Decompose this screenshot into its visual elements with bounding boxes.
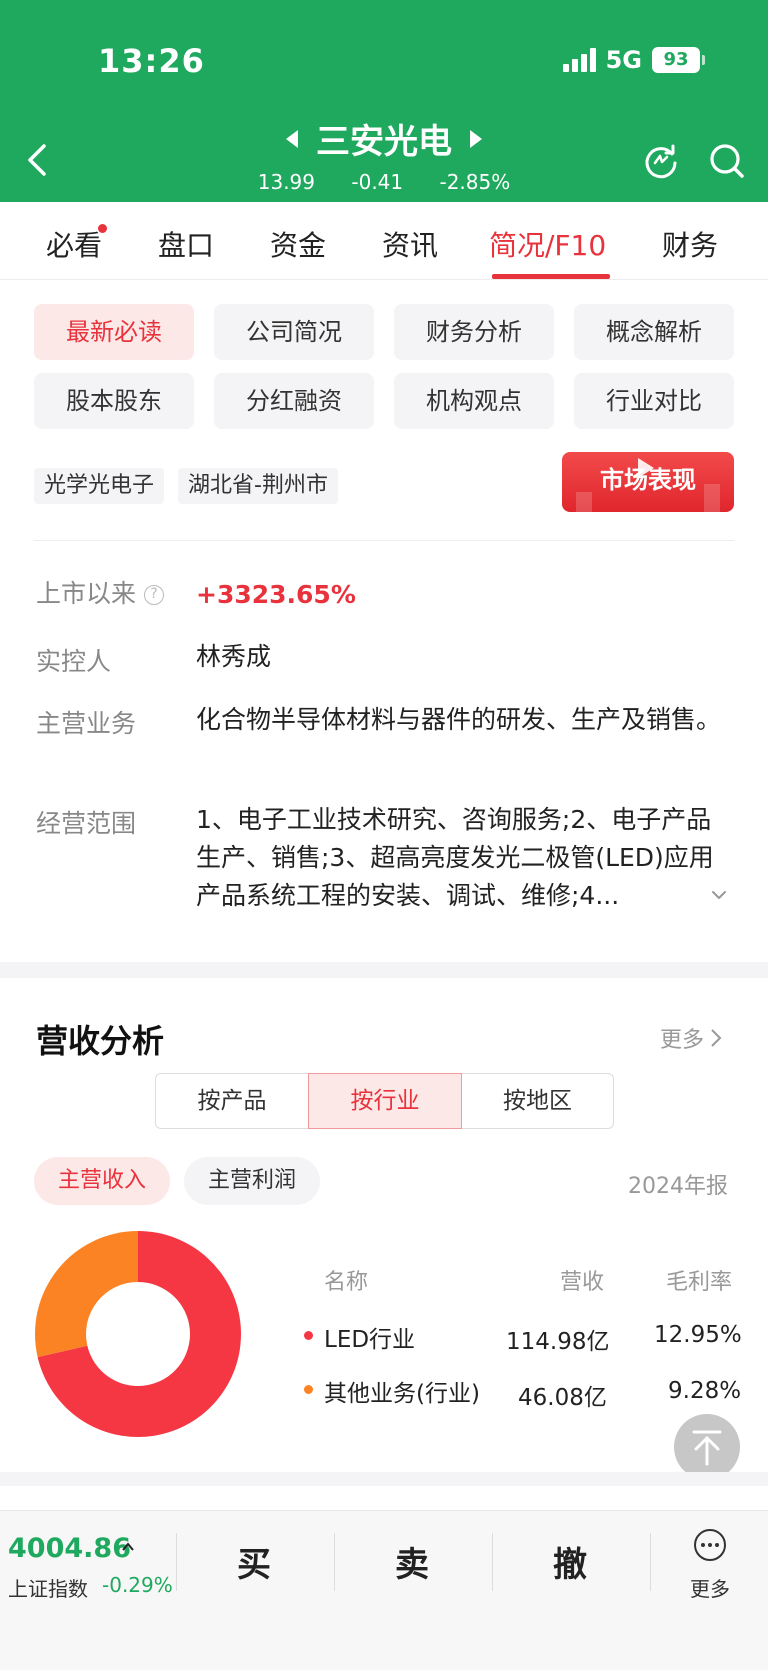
- stock-change-pct: -2.85%: [439, 170, 511, 194]
- subbtn-institution-views[interactable]: 机构观点: [394, 373, 554, 429]
- refresh-icon[interactable]: [642, 142, 680, 180]
- donut-slice-2: [35, 1231, 138, 1358]
- more-button[interactable]: 更多: [680, 1525, 740, 1605]
- row-other-revenue: 46.08亿: [518, 1385, 607, 1411]
- separator: [176, 1533, 177, 1591]
- business-scope-label: 经营范围: [36, 809, 137, 838]
- tab-finance[interactable]: 财务: [662, 224, 718, 264]
- tab-must-read[interactable]: 必看: [46, 224, 102, 264]
- separator: [492, 1533, 493, 1591]
- divider: [34, 540, 734, 541]
- business-scope-value: 1、电子工业技术研究、咨询服务;2、电子产品生产、销售;3、超高亮度发光二极管(…: [196, 805, 714, 910]
- prev-stock-icon[interactable]: [286, 129, 298, 148]
- row-other-margin: 9.28%: [668, 1378, 742, 1404]
- subbtn-financial-analysis[interactable]: 财务分析: [394, 304, 554, 360]
- segment-by-industry[interactable]: 按行业: [308, 1073, 462, 1129]
- more-label: 更多: [690, 1577, 730, 1601]
- subbtn-latest[interactable]: 最新必读: [34, 304, 194, 360]
- controller-label: 实控人: [36, 647, 112, 676]
- unread-dot: [98, 224, 107, 233]
- play-icon: [638, 458, 654, 478]
- tab-bar: 必看 盘口 资金 资讯 简况/F10 财务: [0, 202, 768, 280]
- tab-order-book[interactable]: 盘口: [158, 224, 214, 264]
- header: 13:26 5G 93 三安光电 13.99 -0.41 -2.85%: [0, 0, 768, 202]
- subbtn-dividends[interactable]: 分红融资: [214, 373, 374, 429]
- separator: [334, 1533, 335, 1591]
- market-performance-banner[interactable]: 市场表现: [562, 452, 734, 512]
- help-icon[interactable]: ?: [144, 585, 165, 605]
- bottom-trade-bar: 4004.86 上证指数 -0.29% 买 卖 撤 更多: [0, 1510, 768, 1670]
- subbtn-shareholders[interactable]: 股本股东: [34, 373, 194, 429]
- tab-funds[interactable]: 资金: [270, 224, 326, 264]
- pill-main-profit[interactable]: 主营利润: [184, 1157, 321, 1205]
- since-listing-value: +3323.65%: [196, 580, 356, 609]
- subbtn-industry-compare[interactable]: 行业对比: [574, 373, 734, 429]
- subbtn-company-profile[interactable]: 公司简况: [214, 304, 374, 360]
- expand-chevron-icon[interactable]: [710, 886, 728, 904]
- column-name: 名称: [324, 1270, 369, 1295]
- arrow-up-icon: [692, 1430, 722, 1466]
- pill-main-revenue[interactable]: 主营收入: [34, 1157, 171, 1205]
- buy-button[interactable]: 买: [194, 1537, 314, 1586]
- index-value: 4004.86: [8, 1533, 131, 1564]
- cancel-order-button[interactable]: 撤: [510, 1537, 630, 1586]
- region-tag[interactable]: 湖北省-荆州市: [178, 468, 338, 504]
- column-revenue: 营收: [560, 1270, 605, 1295]
- section-gap: [0, 962, 768, 978]
- expand-up-icon: [122, 1542, 134, 1551]
- row-led-margin: 12.95%: [654, 1322, 742, 1348]
- since-listing-label: 上市以来?: [36, 574, 165, 610]
- active-tab-indicator: [492, 274, 610, 279]
- segment-by-region[interactable]: 按地区: [461, 1073, 614, 1129]
- industry-tag[interactable]: 光学光电子: [34, 468, 165, 504]
- status-indicators: 5G 93: [562, 46, 705, 74]
- legend-dot-led: [304, 1331, 313, 1340]
- main-business-label: 主营业务: [36, 709, 137, 738]
- battery-icon: 93: [652, 47, 705, 73]
- signal-icon: [562, 48, 596, 72]
- row-other-name: 其他业务(行业): [324, 1381, 480, 1407]
- column-margin: 毛利率: [666, 1270, 733, 1295]
- network-type: 5G: [605, 46, 642, 74]
- report-period: 2024年报: [628, 1174, 728, 1199]
- next-stock-icon[interactable]: [470, 129, 482, 148]
- tab-news[interactable]: 资讯: [382, 224, 438, 264]
- segment-by-product[interactable]: 按产品: [155, 1073, 309, 1129]
- revenue-section-title: 营收分析: [36, 1022, 165, 1060]
- search-icon[interactable]: [708, 142, 746, 180]
- index-change: -0.29%: [102, 1573, 173, 1597]
- battery-level: 93: [663, 49, 689, 70]
- stock-name: 三安光电: [316, 122, 452, 162]
- scroll-to-top-button[interactable]: [674, 1414, 740, 1480]
- revenue-donut-chart: [35, 1231, 241, 1437]
- main-business-value: 化合物半导体材料与器件的研发、生产及销售。: [196, 705, 722, 734]
- separator: [650, 1533, 651, 1591]
- more-dots-icon: [694, 1529, 726, 1561]
- stock-price: 13.99: [257, 170, 316, 194]
- stock-change: -0.41: [351, 170, 404, 194]
- index-name: 上证指数: [8, 1577, 88, 1601]
- controller-value: 林秀成: [196, 642, 272, 671]
- tab-f10[interactable]: 简况/F10: [489, 224, 606, 264]
- section-gap: [0, 1472, 768, 1486]
- row-led-revenue: 114.98亿: [506, 1329, 610, 1355]
- more-label: 更多: [660, 1028, 705, 1053]
- status-time: 13:26: [98, 42, 205, 80]
- revenue-more-link[interactable]: 更多: [660, 1022, 722, 1054]
- chevron-right-icon: [711, 1029, 722, 1047]
- row-led-name: LED行业: [324, 1327, 416, 1353]
- legend-dot-other: [304, 1385, 313, 1394]
- sell-button[interactable]: 卖: [352, 1537, 472, 1586]
- subbtn-concepts[interactable]: 概念解析: [574, 304, 734, 360]
